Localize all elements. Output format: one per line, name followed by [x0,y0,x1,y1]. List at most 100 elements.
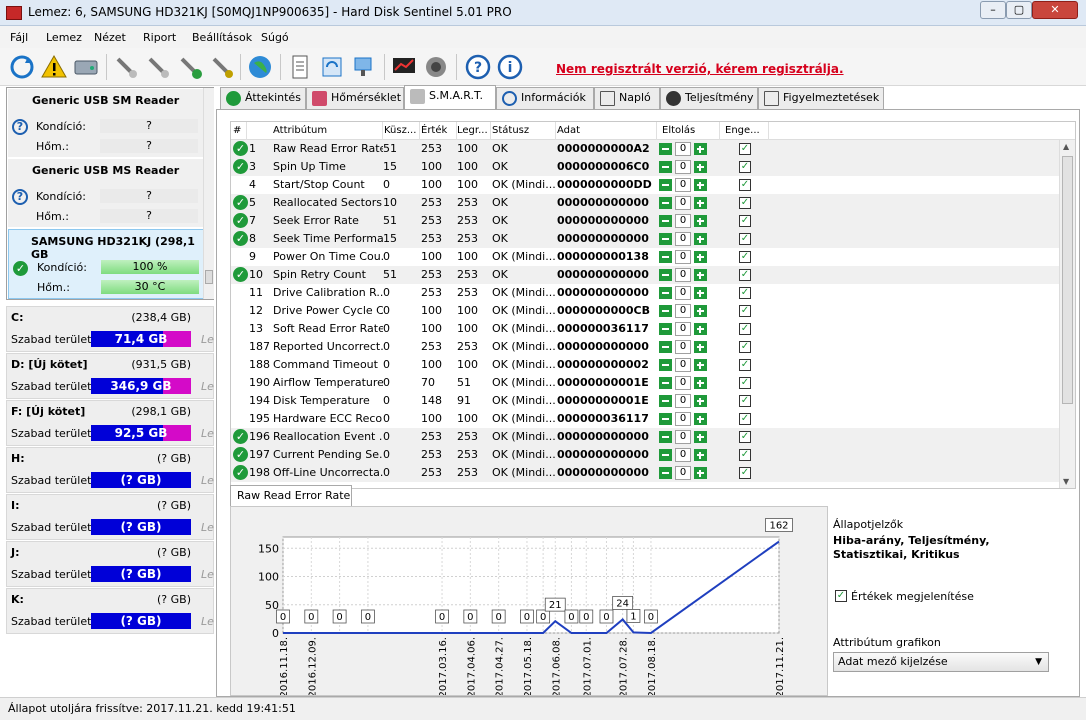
partition-item[interactable]: D: [Új kötet] (931,5 GB) Szabad terület … [6,353,214,399]
increase-offset-button[interactable] [694,467,707,479]
disk-test-icon[interactable] [112,53,140,81]
increase-offset-button[interactable] [694,143,707,155]
increase-offset-button[interactable] [694,197,707,209]
increase-offset-button[interactable] [694,179,707,191]
table-row[interactable]: ✓ 196 Reallocation Event ... 0 253 253 OK (Min… [231,428,1059,446]
refresh-icon[interactable] [8,53,36,81]
increase-offset-button[interactable] [694,395,707,407]
table-row[interactable]: ✓ 10 Spin Retry Count 51 253 253 OK 00000000000… [231,266,1059,284]
col-header[interactable]: Érték [421,122,457,140]
table-row[interactable]: 187 Reported Uncorrect... 0 253 253 OK (Mindi… [231,338,1059,356]
tab-overview[interactable]: Áttekintés [220,87,306,109]
table-row[interactable]: 195 Hardware ECC Reco... 0 100 100 OK (Mindi.… [231,410,1059,428]
decrease-offset-button[interactable] [659,143,672,155]
disk-icon[interactable] [72,53,100,81]
show-values-checkbox[interactable]: ✓ [835,590,847,602]
table-row[interactable]: 190 Airflow Temperature 0 70 51 OK (Mindi... 0… [231,374,1059,392]
menu-report[interactable]: Riport [143,31,176,44]
offset-value[interactable]: 0 [675,268,691,282]
maximize-button[interactable]: ▢ [1006,1,1032,19]
col-header[interactable]: Attribútum [273,122,383,140]
report-icon[interactable] [286,53,314,81]
decrease-offset-button[interactable] [659,197,672,209]
partition-item[interactable]: C: (238,4 GB) Szabad terület 71,4 GB Le [6,306,214,352]
table-scrollbar[interactable]: ▲ ▼ [1059,140,1075,488]
decrease-offset-button[interactable] [659,215,672,227]
table-row[interactable]: ✓ 3 Spin Up Time 15 100 100 OK 0000000006C0 0 ✓ [231,158,1059,176]
decrease-offset-button[interactable] [659,395,672,407]
tab-performance[interactable]: Teljesítmény [660,87,758,109]
decrease-offset-button[interactable] [659,323,672,335]
offset-value[interactable]: 0 [675,142,691,156]
sync-icon[interactable] [318,53,346,81]
enable-checkbox[interactable]: ✓ [739,413,751,425]
table-row[interactable]: 4 Start/Stop Count 0 100 100 OK (Mindi... 0000… [231,176,1059,194]
minimize-button[interactable]: – [980,1,1006,19]
offset-value[interactable]: 0 [675,412,691,426]
col-header[interactable]: Enge... [721,122,769,140]
table-row[interactable]: 194 Disk Temperature 0 148 91 OK (Mindi... 000… [231,392,1059,410]
increase-offset-button[interactable] [694,269,707,281]
table-row[interactable]: 12 Drive Power Cycle C... 0 100 100 OK (Mindi… [231,302,1059,320]
help-icon[interactable]: ? [464,53,492,81]
decrease-offset-button[interactable] [659,251,672,263]
col-header[interactable]: Küsz... [384,122,420,140]
device-item[interactable]: Generic USB SM Reader ? Kondíció: ? Hőm.… [8,89,204,157]
tab-smart[interactable]: S.M.A.R.T. [404,85,496,109]
increase-offset-button[interactable] [694,359,707,371]
enable-checkbox[interactable]: ✓ [739,215,751,227]
tab-alerts[interactable]: Figyelmeztetések [758,87,884,109]
increase-offset-button[interactable] [694,305,707,317]
decrease-offset-button[interactable] [659,341,672,353]
increase-offset-button[interactable] [694,323,707,335]
disk-check-icon[interactable] [176,53,204,81]
offset-value[interactable]: 0 [675,376,691,390]
table-row[interactable]: 188 Command Timeout 0 100 100 OK (Mindi... 000… [231,356,1059,374]
offset-value[interactable]: 0 [675,448,691,462]
monitor-chart-icon[interactable] [390,53,418,81]
table-row[interactable]: ✓ 8 Seek Time Performa... 15 253 253 OK 0000000… [231,230,1059,248]
enable-checkbox[interactable]: ✓ [739,251,751,263]
menu-file[interactable]: Fájl [10,31,28,44]
attr-graph-dropdown[interactable]: Adat mező kijelzése ▼ [833,652,1049,672]
device-list-scrollbar[interactable] [203,88,214,299]
decrease-offset-button[interactable] [659,467,672,479]
speaker-icon[interactable] [422,53,450,81]
warning-icon[interactable] [40,53,68,81]
col-header[interactable]: Adat [557,122,657,140]
enable-checkbox[interactable]: ✓ [739,305,751,317]
offset-value[interactable]: 0 [675,214,691,228]
partition-item[interactable]: J: (? GB) Szabad terület (? GB) Le [6,541,214,587]
decrease-offset-button[interactable] [659,179,672,191]
decrease-offset-button[interactable] [659,305,672,317]
enable-checkbox[interactable]: ✓ [739,395,751,407]
col-header[interactable]: Legr... [457,122,491,140]
close-button[interactable]: ✕ [1032,1,1078,19]
enable-checkbox[interactable]: ✓ [739,377,751,389]
table-row[interactable]: ✓ 198 Off-Line Uncorrecta... 0 253 253 OK (Min… [231,464,1059,482]
tab-log[interactable]: Napló [594,87,660,109]
device-item[interactable]: Generic USB MS Reader ? Kondíció: ? Hőm.… [8,159,204,227]
offset-value[interactable]: 0 [675,178,691,192]
offset-value[interactable]: 0 [675,394,691,408]
tab-temperature[interactable]: Hőmérséklet [306,87,404,109]
partition-item[interactable]: H: (? GB) Szabad terület (? GB) Le [6,447,214,493]
menu-help[interactable]: Súgó [261,31,289,44]
partition-item[interactable]: K: (? GB) Szabad terület (? GB) Le [6,588,214,634]
decrease-offset-button[interactable] [659,377,672,389]
partition-item[interactable]: F: [Új kötet] (298,1 GB) Szabad terület … [6,400,214,446]
decrease-offset-button[interactable] [659,233,672,245]
disk-test-2-icon[interactable] [144,53,172,81]
tab-information[interactable]: Információk [496,87,594,109]
offset-value[interactable]: 0 [675,322,691,336]
offset-value[interactable]: 0 [675,196,691,210]
decrease-offset-button[interactable] [659,359,672,371]
increase-offset-button[interactable] [694,431,707,443]
offset-value[interactable]: 0 [675,340,691,354]
increase-offset-button[interactable] [694,449,707,461]
col-header[interactable]: # [233,122,247,140]
decrease-offset-button[interactable] [659,449,672,461]
table-row[interactable]: ✓ 1 Raw Read Error Rate 51 253 100 OK 000000000… [231,140,1059,158]
increase-offset-button[interactable] [694,287,707,299]
enable-checkbox[interactable]: ✓ [739,287,751,299]
